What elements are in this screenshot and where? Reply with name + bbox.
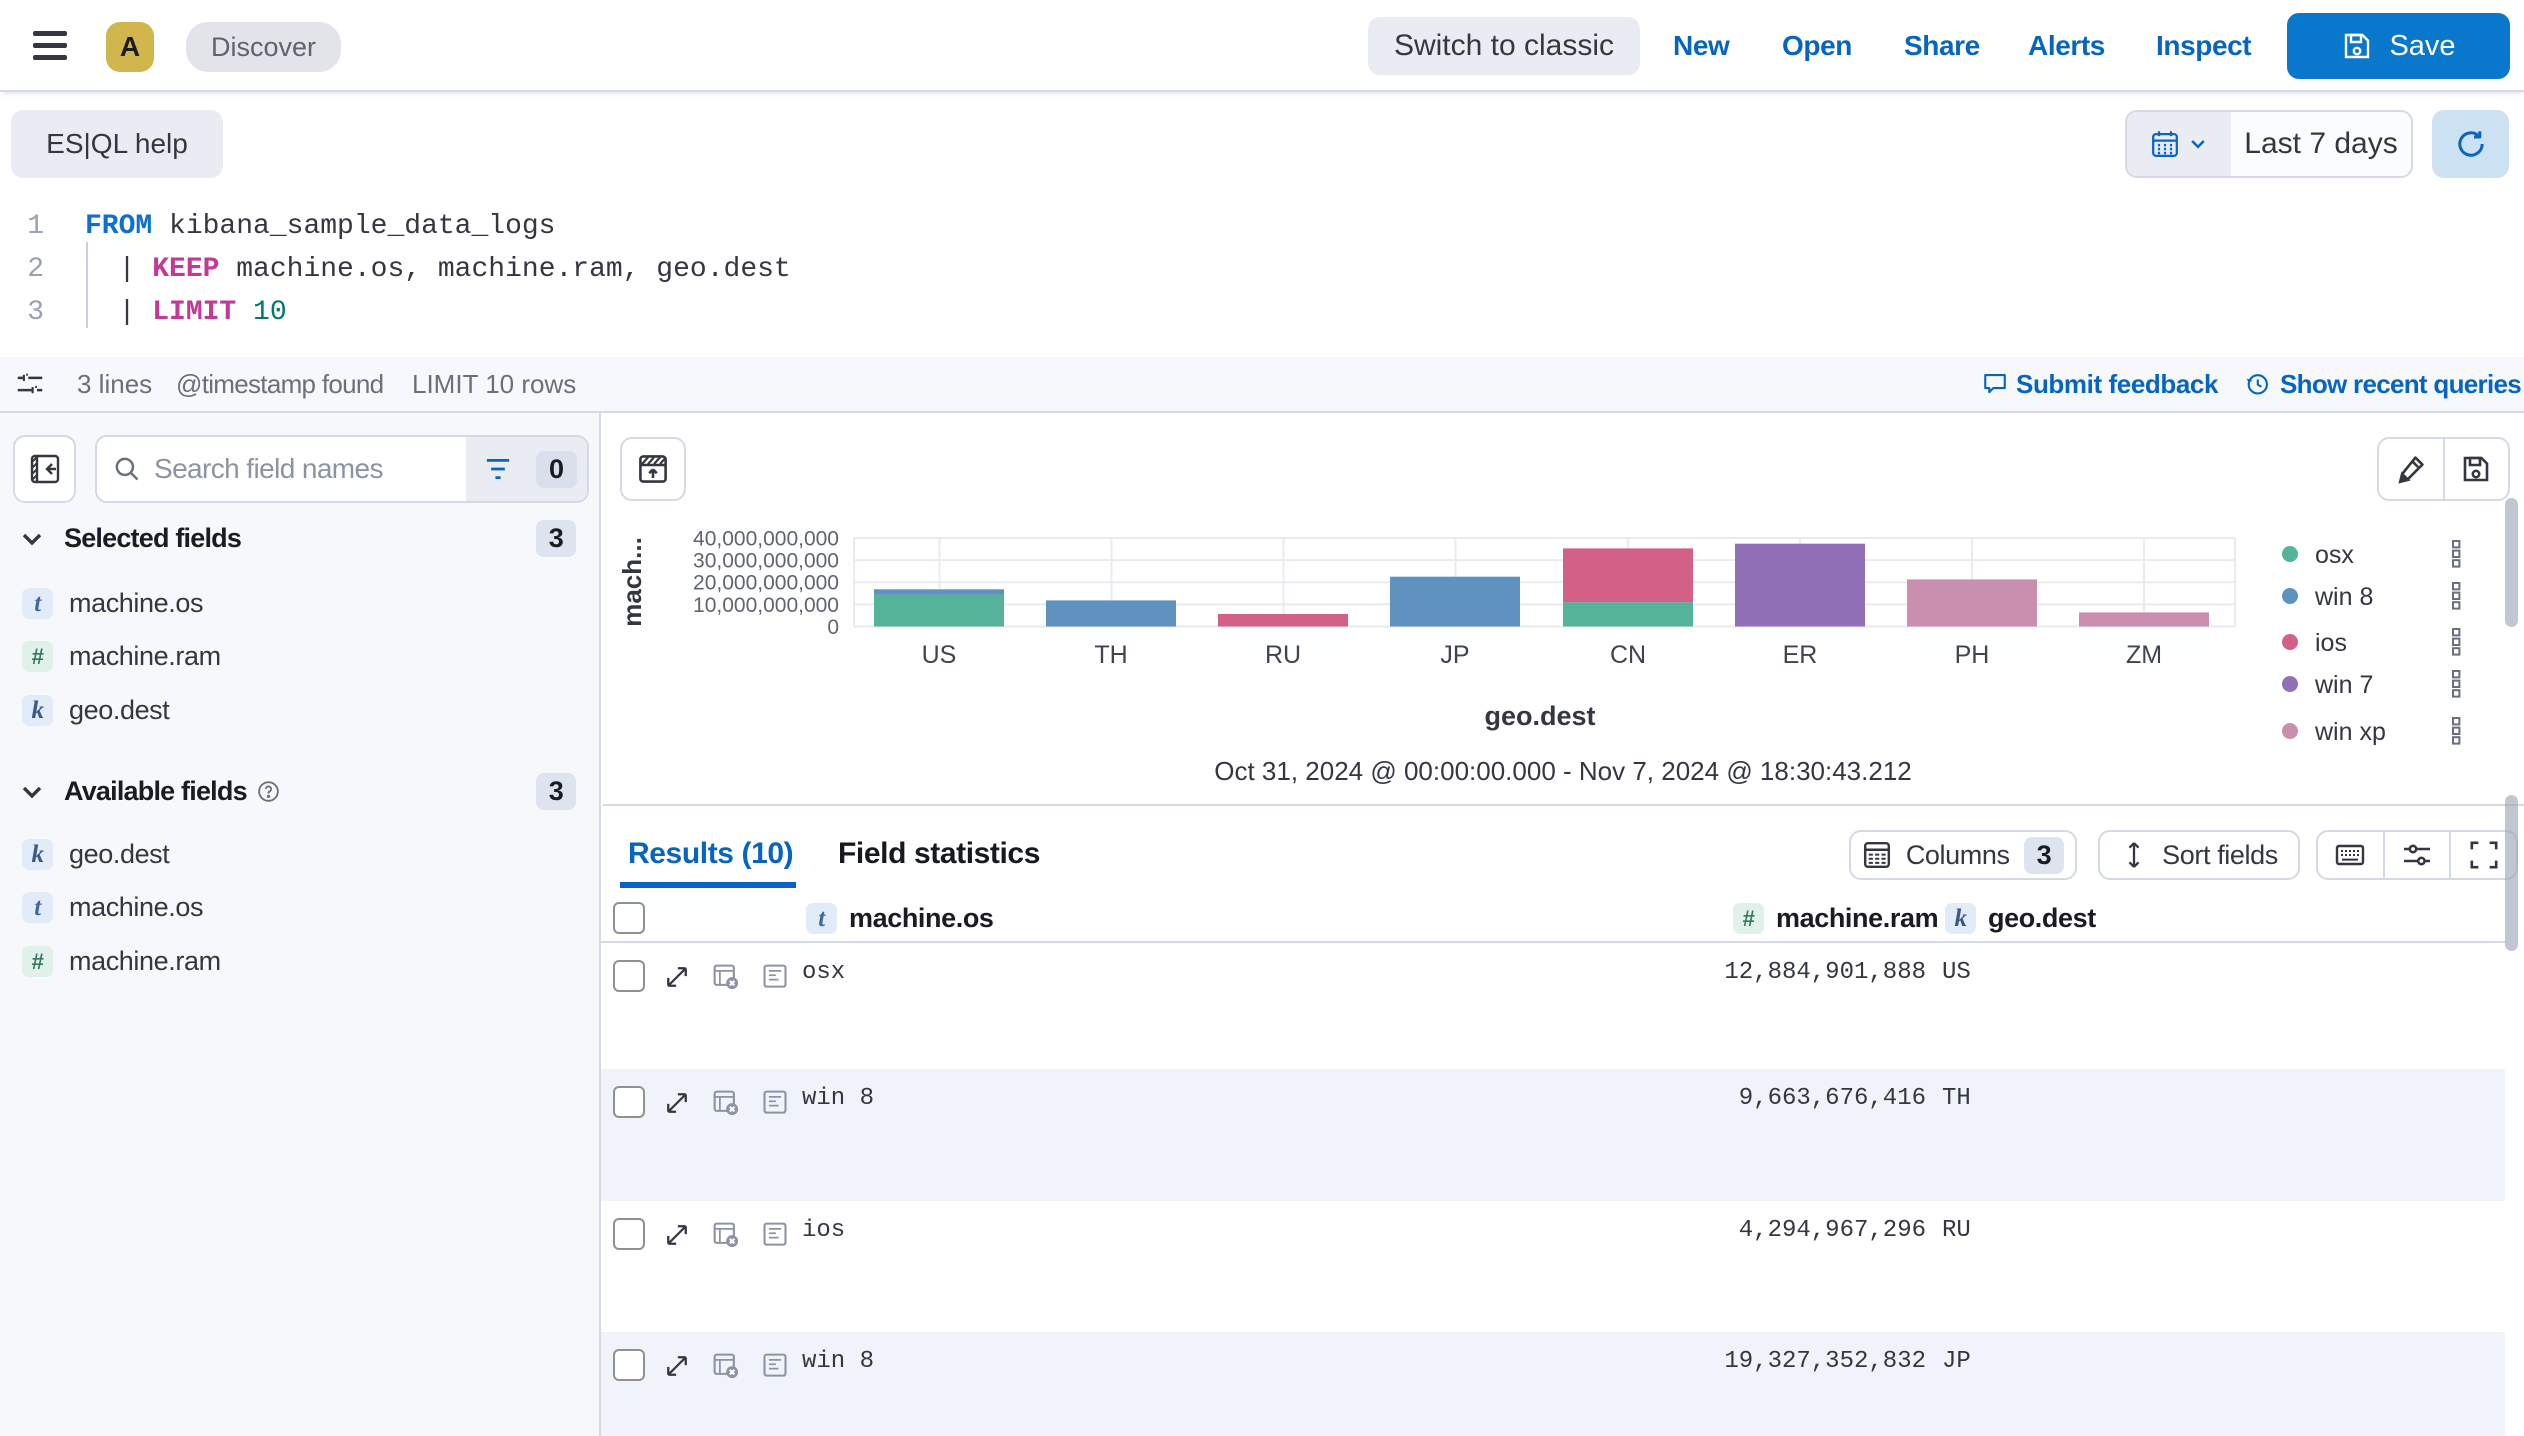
svg-text:30,000,000,000: 30,000,000,000	[693, 550, 839, 573]
svg-text:ios: ios	[2315, 629, 2347, 657]
svg-text:0: 0	[827, 616, 839, 639]
svg-text:TH: TH	[1094, 641, 1127, 669]
svg-text:40,000,000,000: 40,000,000,000	[693, 527, 839, 550]
svg-text:geo.dest: geo.dest	[1484, 701, 1595, 731]
svg-text:Oct 31, 2024 @ 00:00:00.000 -: Oct 31, 2024 @ 00:00:00.000 - Nov 7, 202…	[1214, 756, 1912, 786]
svg-text:ZM: ZM	[2126, 641, 2162, 669]
svg-text:win xp: win xp	[2314, 718, 2386, 746]
svg-text:win 7: win 7	[2314, 671, 2373, 699]
svg-text:PH: PH	[1955, 641, 1990, 669]
svg-text:ER: ER	[1783, 641, 1818, 669]
svg-text:10,000,000,000: 10,000,000,000	[693, 594, 839, 617]
svg-text:US: US	[922, 641, 957, 669]
svg-text:20,000,000,000: 20,000,000,000	[693, 572, 839, 595]
svg-text:mach...: mach...	[617, 537, 647, 627]
svg-text:osx: osx	[2315, 541, 2354, 569]
svg-text:CN: CN	[1610, 641, 1646, 669]
svg-text:RU: RU	[1265, 641, 1301, 669]
svg-text:JP: JP	[1440, 641, 1469, 669]
svg-text:win 8: win 8	[2314, 583, 2373, 611]
